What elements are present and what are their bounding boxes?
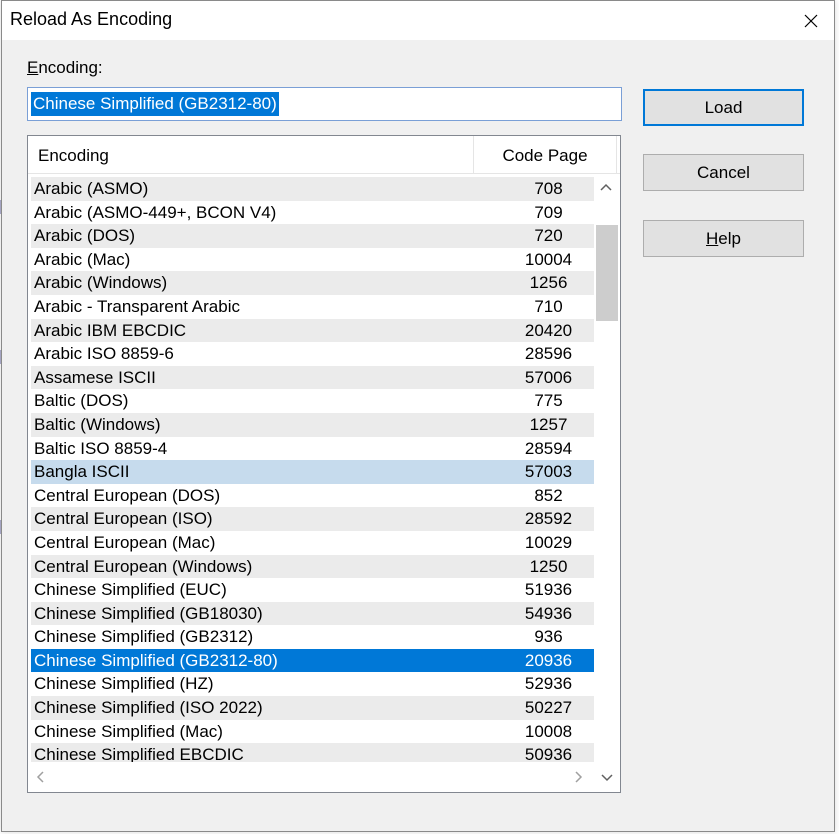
list-row[interactable]: Baltic ISO 8859-4 28594 bbox=[31, 437, 594, 461]
list-row[interactable]: Arabic ISO 8859-6 28596 bbox=[31, 342, 594, 366]
encoding-name: Arabic ISO 8859-6 bbox=[34, 344, 174, 364]
encoding-name: Chinese Simplified (Mac) bbox=[34, 721, 223, 741]
reload-as-encoding-dialog: Reload As Encoding Encoding: Chinese Sim… bbox=[1, 0, 835, 832]
code-page-value: 10029 bbox=[524, 532, 573, 552]
list-header: Encoding Code Page bbox=[28, 136, 620, 174]
code-page-value: 28596 bbox=[524, 344, 573, 364]
list-row[interactable]: Chinese Simplified (GB2312-80) 20936 bbox=[31, 648, 594, 673]
list-row[interactable]: Arabic (ASMO) 708 bbox=[31, 177, 594, 201]
list-row[interactable]: Arabic IBM EBCDIC 20420 bbox=[31, 318, 594, 343]
title-bar: Reload As Encoding bbox=[2, 1, 834, 40]
encoding-name: Arabic (Mac) bbox=[34, 249, 131, 269]
vertical-scroll-thumb[interactable] bbox=[596, 225, 618, 321]
encoding-list[interactable]: Encoding Code Page Arabic (ASMO) 708 Arabi… bbox=[27, 135, 621, 793]
list-row[interactable]: Baltic (Windows) 1257 bbox=[31, 412, 594, 437]
encoding-input-value: Chinese Simplified (GB2312-80) bbox=[31, 92, 279, 116]
scroll-down-button[interactable] bbox=[595, 763, 619, 792]
encoding-name: Central European (Mac) bbox=[34, 532, 216, 552]
list-row[interactable]: Arabic (Windows) 1256 bbox=[31, 271, 594, 295]
encoding-name: Chinese Simplified EBCDIC bbox=[34, 745, 244, 762]
list-row[interactable]: Central European (Windows) 1250 bbox=[31, 554, 594, 579]
encoding-name: Central European (ISO) bbox=[34, 509, 213, 529]
code-page-value: 50227 bbox=[524, 698, 573, 718]
encoding-name: Chinese Simplified (ISO 2022) bbox=[34, 698, 263, 718]
list-row[interactable]: Central European (DOS) 852 bbox=[31, 484, 594, 508]
list-row[interactable]: Chinese Simplified (HZ) 52936 bbox=[31, 672, 594, 696]
encoding-name: Arabic (ASMO-449+, BCON V4) bbox=[34, 202, 277, 222]
scroll-up-arrow-icon[interactable] bbox=[594, 177, 618, 197]
encoding-input[interactable]: Chinese Simplified (GB2312-80) bbox=[27, 87, 622, 121]
list-row[interactable]: Baltic (DOS) 775 bbox=[31, 389, 594, 413]
encoding-name: Central European (Windows) bbox=[34, 556, 253, 576]
encoding-name: Arabic (ASMO) bbox=[34, 179, 149, 198]
dialog-title: Reload As Encoding bbox=[10, 9, 173, 29]
code-page-value: 1256 bbox=[529, 273, 568, 293]
close-icon bbox=[804, 14, 818, 27]
list-row[interactable]: Arabic - Transparent Arabic 710 bbox=[31, 295, 594, 319]
code-page-value: 709 bbox=[534, 202, 563, 222]
list-row[interactable]: Chinese Simplified (EUC) 51936 bbox=[31, 578, 594, 602]
encoding-name: Baltic ISO 8859-4 bbox=[34, 438, 168, 458]
encoding-name: Chinese Simplified (GB18030) bbox=[34, 603, 263, 623]
list-row[interactable]: Central European (ISO) 28592 bbox=[31, 507, 594, 531]
code-page-value: 51936 bbox=[524, 580, 573, 600]
code-page-value: 20936 bbox=[524, 650, 573, 670]
code-page-value: 710 bbox=[534, 296, 563, 316]
code-page-value: 852 bbox=[534, 485, 563, 505]
encoding-name: Chinese Simplified (EUC) bbox=[34, 580, 227, 600]
encoding-name: Arabic IBM EBCDIC bbox=[34, 320, 187, 340]
close-button[interactable] bbox=[788, 1, 834, 40]
code-page-value: 54936 bbox=[524, 603, 573, 623]
encoding-name: Central European (DOS) bbox=[34, 485, 221, 505]
list-row[interactable]: Assamese ISCII 57006 bbox=[31, 365, 594, 390]
code-page-value: 936 bbox=[534, 627, 563, 647]
encoding-name: Chinese Simplified (GB2312) bbox=[34, 627, 254, 647]
list-row[interactable]: Chinese Simplified EBCDIC 50936 bbox=[31, 743, 594, 762]
vertical-scrollbar[interactable] bbox=[594, 175, 618, 769]
horizontal-scrollbar[interactable] bbox=[28, 763, 594, 792]
code-page-value: 28594 bbox=[524, 438, 573, 458]
code-page-value: 57006 bbox=[524, 367, 573, 387]
column-header-code-page[interactable]: Code Page bbox=[474, 136, 617, 174]
list-row[interactable]: Central European (Mac) 10029 bbox=[31, 531, 594, 555]
encoding-label: Encoding: bbox=[27, 58, 103, 77]
code-page-value: 10008 bbox=[524, 721, 573, 741]
code-page-value: 52936 bbox=[524, 674, 573, 694]
code-page-value: 50936 bbox=[524, 745, 573, 762]
code-page-value: 775 bbox=[534, 391, 563, 411]
list-row[interactable]: Arabic (ASMO-449+, BCON V4) 709 bbox=[31, 201, 594, 225]
code-page-value: 708 bbox=[534, 179, 563, 198]
code-page-value: 57003 bbox=[524, 462, 573, 482]
encoding-name: Arabic (DOS) bbox=[34, 226, 136, 246]
list-row[interactable]: Arabic (DOS) 720 bbox=[31, 224, 594, 248]
encoding-name: Chinese Simplified (HZ) bbox=[34, 674, 214, 694]
encoding-name: Baltic (DOS) bbox=[34, 391, 129, 411]
list-rows: Arabic (ASMO) 708 Arabic (ASMO-449+, BCON … bbox=[31, 177, 594, 762]
code-page-value: 20420 bbox=[524, 320, 573, 340]
list-row[interactable]: Chinese Simplified (Mac) 10008 bbox=[31, 720, 594, 744]
list-row[interactable]: Arabic (Mac) 10004 bbox=[31, 248, 594, 272]
list-row[interactable]: Chinese Simplified (ISO 2022) 50227 bbox=[31, 696, 594, 720]
encoding-name: Bangla ISCII bbox=[34, 462, 130, 482]
code-page-value: 1257 bbox=[529, 414, 568, 434]
help-button[interactable]: Help bbox=[643, 220, 804, 257]
list-row[interactable]: Chinese Simplified (GB18030) 54936 bbox=[31, 601, 594, 626]
column-header-encoding[interactable]: Encoding bbox=[28, 136, 474, 174]
scroll-left-arrow-icon[interactable] bbox=[33, 769, 47, 785]
code-page-value: 1250 bbox=[529, 556, 568, 576]
load-button[interactable]: Load bbox=[643, 89, 804, 126]
list-row[interactable]: Chinese Simplified (GB2312) 936 bbox=[31, 625, 594, 649]
list-row[interactable]: Bangla ISCII 57003 bbox=[31, 460, 594, 484]
code-page-value: 28592 bbox=[524, 509, 573, 529]
encoding-name: Arabic (Windows) bbox=[34, 273, 168, 293]
code-page-value: 720 bbox=[534, 226, 563, 246]
encoding-name: Assamese ISCII bbox=[34, 367, 156, 387]
encoding-name: Arabic - Transparent Arabic bbox=[34, 296, 240, 316]
scroll-right-arrow-icon[interactable] bbox=[572, 769, 586, 785]
scroll-down-arrow-icon bbox=[601, 774, 613, 782]
encoding-name: Baltic (Windows) bbox=[34, 414, 161, 434]
code-page-value: 10004 bbox=[524, 249, 573, 269]
encoding-name: Chinese Simplified (GB2312-80) bbox=[34, 650, 278, 670]
cancel-button[interactable]: Cancel bbox=[643, 154, 804, 191]
